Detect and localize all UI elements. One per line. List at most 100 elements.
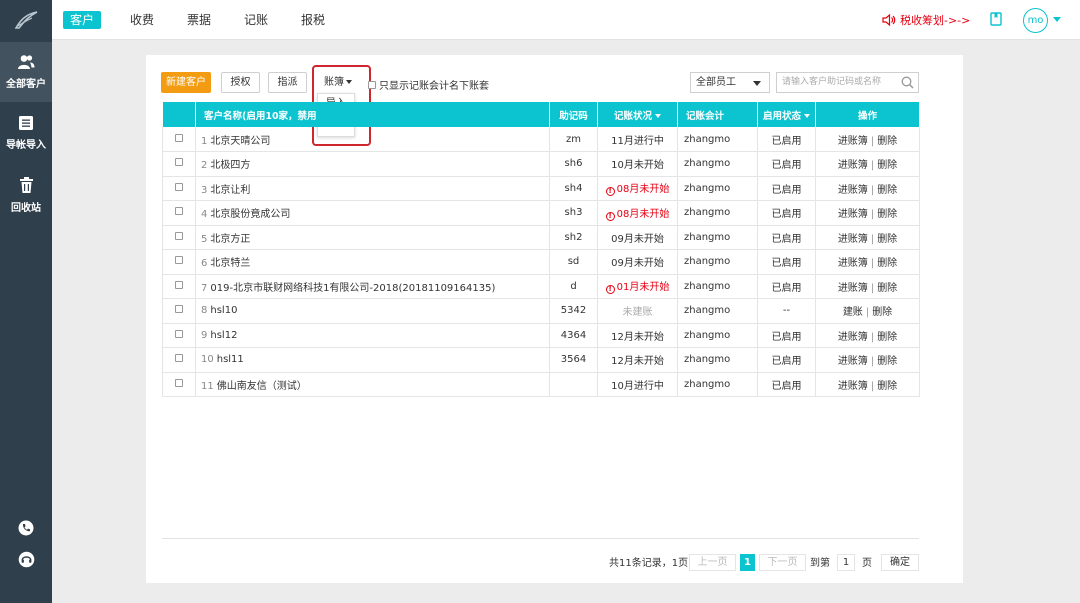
table-row[interactable]: 6 北京特兰 sd 09月未开始 zhangmo 已启用 进账簿 | 删除 xyxy=(162,249,920,274)
delete-link[interactable]: 删除 xyxy=(872,307,892,318)
header-status[interactable]: 记账状况 xyxy=(597,102,678,127)
header-name[interactable]: 客户名称(启用10家，禁用 xyxy=(195,102,550,127)
row-checkbox[interactable] xyxy=(175,133,183,142)
tab-tax-filing[interactable]: 报税 xyxy=(294,11,332,29)
divider xyxy=(162,538,919,539)
open-ledger-link[interactable]: 进账簿 xyxy=(838,185,868,196)
open-ledger-link[interactable]: 进账簿 xyxy=(838,381,868,392)
delete-link[interactable]: 删除 xyxy=(877,160,897,171)
header-enabled[interactable]: 启用状态 xyxy=(757,102,816,127)
search-input[interactable]: 请输入客户助记码或名称 xyxy=(776,72,919,93)
open-ledger-link[interactable]: 进账簿 xyxy=(838,160,868,171)
search-icon xyxy=(901,76,914,89)
row-checkbox[interactable] xyxy=(175,207,183,216)
mnemonic-code: zm xyxy=(549,127,598,152)
page-number-current[interactable]: 1 xyxy=(740,554,755,571)
open-ledger-link[interactable]: 建账 xyxy=(843,307,863,318)
open-ledger-link[interactable]: 进账簿 xyxy=(838,356,868,367)
goto-label: 到第 xyxy=(810,558,830,569)
enabled-status: 已启用 xyxy=(757,176,816,201)
table-row[interactable]: 3 北京让利 sh4! 08月未开始 zhangmo 已启用 进账簿 | 删除 xyxy=(162,176,920,201)
table-row[interactable]: 1 北京天晴公司 zm 11月进行中 zhangmo 已启用 进账簿 | 删除 xyxy=(162,127,920,152)
chevron-down-icon[interactable] xyxy=(1053,17,1061,22)
mnemonic-code: sh3 xyxy=(549,200,598,225)
mnemonic-code: 5342 xyxy=(549,298,598,323)
assign-button[interactable]: 指派 xyxy=(268,72,307,93)
row-checkbox[interactable] xyxy=(175,256,183,265)
row-select-cell xyxy=(162,372,196,397)
delete-link[interactable]: 删除 xyxy=(877,332,897,343)
customer-name: hsl11 xyxy=(216,354,244,366)
row-checkbox[interactable] xyxy=(175,305,183,314)
only-mine-option[interactable]: 只显示记账会计名下账套 xyxy=(368,77,489,92)
tax-planning-link[interactable]: 税收筹划->-> xyxy=(882,12,970,28)
delete-link[interactable]: 删除 xyxy=(877,136,897,147)
delete-link[interactable]: 删除 xyxy=(877,209,897,220)
delete-link[interactable]: 删除 xyxy=(877,283,897,294)
actions-cell: 进账簿 | 删除 xyxy=(815,372,920,397)
tab-customers[interactable]: 客户 xyxy=(63,11,102,29)
delete-link[interactable]: 删除 xyxy=(877,356,897,367)
sidebar-item-recycle-bin[interactable]: 回收站 xyxy=(0,165,52,225)
row-checkbox[interactable] xyxy=(175,354,183,363)
actions-cell: 进账簿 | 删除 xyxy=(815,274,920,299)
actions-cell: 进账簿 | 删除 xyxy=(815,323,920,348)
delete-link[interactable]: 删除 xyxy=(877,185,897,196)
table-row[interactable]: 7 019-北京市联财网络科技1有限公司-2018(20181109164135)… xyxy=(162,274,920,299)
row-checkbox[interactable] xyxy=(175,158,183,167)
table-row[interactable]: 5 北京方正 sh2 09月未开始 zhangmo 已启用 进账簿 | 删除 xyxy=(162,225,920,250)
accountant: zhangmo xyxy=(677,151,758,176)
tab-receipts[interactable]: 票据 xyxy=(180,11,218,29)
only-mine-checkbox[interactable] xyxy=(368,80,376,89)
tab-bookkeeping[interactable]: 记账 xyxy=(237,11,275,29)
open-ledger-link[interactable]: 进账簿 xyxy=(838,234,868,245)
sidebar-item-import[interactable]: 导帐导入 xyxy=(0,103,52,163)
sidebar-item-all-customers[interactable]: 全部客户 xyxy=(0,42,52,102)
table-row[interactable]: 10 hsl11 3564 12月未开始 zhangmo 已启用 进账簿 | 删除 xyxy=(162,347,920,372)
avatar[interactable]: mo xyxy=(1023,8,1048,33)
support-button[interactable] xyxy=(0,551,52,568)
enabled-status: 已启用 xyxy=(757,372,816,397)
open-ledger-link[interactable]: 进账簿 xyxy=(838,209,868,220)
notebook-button[interactable] xyxy=(990,12,1002,29)
row-checkbox[interactable] xyxy=(175,182,183,191)
table-row[interactable]: 9 hsl12 4364 12月未开始 zhangmo 已启用 进账簿 | 删除 xyxy=(162,323,920,348)
warning-icon: ! xyxy=(605,285,615,295)
actions-cell: 进账簿 | 删除 xyxy=(815,127,920,152)
open-ledger-link[interactable]: 进账簿 xyxy=(838,258,868,269)
row-checkbox[interactable] xyxy=(175,231,183,240)
open-ledger-link[interactable]: 进账簿 xyxy=(838,136,868,147)
status-text: 09月未开始 xyxy=(611,233,664,245)
confirm-button[interactable]: 确定 xyxy=(881,554,919,571)
row-select-cell xyxy=(162,274,196,299)
page-jump-input[interactable]: 1 xyxy=(837,554,855,571)
tab-fees[interactable]: 收费 xyxy=(123,11,161,29)
row-checkbox[interactable] xyxy=(175,378,183,387)
table-row[interactable]: 8 hsl10 5342 未建账 zhangmo -- 建账 | 删除 xyxy=(162,298,920,323)
row-checkbox[interactable] xyxy=(175,329,183,338)
ledger-dropdown-button[interactable]: 账簿 xyxy=(316,72,360,93)
actions-cell: 进账簿 | 删除 xyxy=(815,249,920,274)
next-page-button[interactable]: 下一页 xyxy=(759,554,806,571)
new-customer-button[interactable]: 新建客户 xyxy=(161,72,211,93)
delete-link[interactable]: 删除 xyxy=(877,258,897,269)
prev-page-button[interactable]: 上一页 xyxy=(689,554,736,571)
table-row[interactable]: 2 北极四方 sh6 10月未开始 zhangmo 已启用 进账簿 | 删除 xyxy=(162,151,920,176)
bookkeeping-status: 09月未开始 xyxy=(597,249,678,274)
status-text: 12月未开始 xyxy=(611,356,664,368)
delete-link[interactable]: 删除 xyxy=(877,234,897,245)
phone-button[interactable] xyxy=(0,520,52,536)
customer-name-cell: 9 hsl12 xyxy=(195,323,550,348)
search-placeholder: 请输入客户助记码或名称 xyxy=(782,77,882,87)
customer-name: 佛山南友信（测试） xyxy=(216,380,307,392)
table-row[interactable]: 11 佛山南友信（测试） 10月进行中 zhangmo 已启用 进账簿 | 删除 xyxy=(162,372,920,397)
authorize-button[interactable]: 授权 xyxy=(221,72,260,93)
staff-select[interactable]: 全部员工 xyxy=(690,72,770,93)
open-ledger-link[interactable]: 进账簿 xyxy=(838,283,868,294)
users-icon xyxy=(18,55,35,69)
open-ledger-link[interactable]: 进账簿 xyxy=(838,332,868,343)
table-row[interactable]: 4 北京股份竟成公司 sh3! 08月未开始 zhangmo 已启用 进账簿 | 删除 xyxy=(162,200,920,225)
delete-link[interactable]: 删除 xyxy=(877,381,897,392)
header-actions: 操作 xyxy=(815,102,920,127)
row-checkbox[interactable] xyxy=(175,280,183,289)
